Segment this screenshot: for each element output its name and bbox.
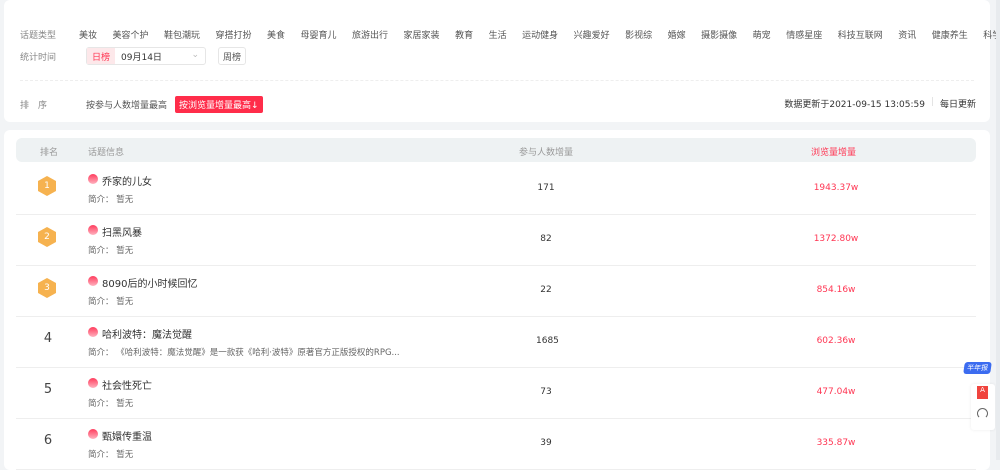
topic-icon [88,174,98,184]
category-item[interactable]: 家居家装 [404,28,440,41]
time-row: 统计时间 日榜 09月14日 ⌄ 周榜 [20,47,247,65]
side-toolbar: A [971,384,995,430]
topic-description: 简介： 暂无 [88,297,134,307]
category-item[interactable]: 美妆 [79,28,97,41]
category-item[interactable]: 婚嫁 [668,28,686,41]
topic-icon [88,327,98,337]
table-row[interactable]: 6 甄嬛传重温 简介： 暂无 39 335.87w [16,419,976,470]
topic-description: 简介： 《哈利波特：魔法觉醒》是一款获《哈利·波特》原著官方正版授权的RPG..… [88,348,400,358]
views-increase: 477.04w [816,387,856,397]
views-increase: 602.36w [816,336,856,346]
rank-number: 4 [43,331,53,346]
chevron-down-icon: ⌄ [191,49,200,60]
participants-increase: 22 [540,285,552,295]
participants-increase: 1685 [536,336,559,346]
category-item[interactable]: 萌宠 [753,28,771,41]
header-views[interactable]: 浏览量增量 [811,145,856,158]
half-year-report-badge[interactable]: 半年报 [963,362,992,374]
date-value: 09月14日 [121,52,162,63]
scrollbar[interactable] [996,0,1000,460]
category-item[interactable]: 美食 [267,28,285,41]
updated-time: 数据更新于2021-09-15 13:05:59 [784,100,925,110]
rank-number: 5 [43,382,53,397]
topic-name[interactable]: 甄嬛传重温 [102,428,152,443]
topic-icon [88,225,98,235]
topic-icon [88,276,98,286]
topic-type-row: 话题类型 美妆 美容个护 鞋包潮玩 穿搭打扮 美食 母婴育儿 旅游出行 家居家装 教育 生活 运动健… [20,21,1000,47]
table-row[interactable]: 4 哈利波特：魔法觉醒 简介： 《哈利波特：魔法觉醒》是一款获《哈利·波特》原著… [16,317,976,368]
table-row[interactable]: 5 社会性死亡 简介： 暂无 73 477.04w [16,368,976,419]
topic-description: 简介： 暂无 [88,399,134,409]
participants-increase: 73 [540,387,552,397]
daily-tab[interactable]: 日榜 [87,48,116,64]
category-item[interactable]: 影视综 [625,28,652,41]
weekly-button[interactable]: 周榜 [218,47,247,65]
table-row[interactable]: 3 8090后的小时候回忆 简介： 暂无 22 854.16w [16,266,976,317]
topic-name[interactable]: 哈利波特：魔法觉醒 [102,326,192,341]
rank-medal-icon: 3 [38,278,56,298]
topic-name[interactable]: 扫黑风暴 [102,224,142,239]
sort-row: 排 序 按参与人数增量最高 按浏览量增量最高↓ [20,96,263,113]
header-topic: 话题信息 [88,148,125,158]
rank-number: 6 [43,433,53,448]
daily-date-picker[interactable]: 日榜 09月14日 ⌄ [86,47,207,65]
category-item[interactable]: 母婴育儿 [301,28,337,41]
topic-type-label: 话题类型 [20,30,57,41]
category-item[interactable]: 摄影摄像 [701,28,737,41]
date-select[interactable]: 09月14日 ⌄ [115,50,205,63]
rank-medal-icon: 1 [38,176,56,196]
views-increase: 335.87w [816,438,856,448]
header-rank: 排名 [40,148,59,158]
category-item[interactable]: 健康养生 [932,28,968,41]
topic-description: 简介： 暂无 [88,195,134,205]
category-item[interactable]: 科技互联网 [838,28,883,41]
filter-panel: 话题类型 美妆 美容个护 鞋包潮玩 穿搭打扮 美食 母婴育儿 旅游出行 家居家装 教育 生活 运动健… [4,0,1000,122]
views-increase: 1943.37w [813,183,859,193]
category-item[interactable]: 资讯 [898,28,916,41]
category-item[interactable]: 运动健身 [522,28,558,41]
update-frequency: 每日更新 [939,100,976,110]
participants-increase: 171 [537,183,555,193]
topic-name[interactable]: 8090后的小时候回忆 [102,275,197,290]
time-label: 统计时间 [20,52,57,63]
category-item[interactable]: 情感星座 [786,28,822,41]
ranking-table: 排名 话题信息 参与人数增量 浏览量增量 1 乔家的儿女 简介： 暂无 171 … [4,130,990,470]
header-participants[interactable]: 参与人数增量 [519,145,573,158]
category-item[interactable]: 生活 [489,28,507,41]
sort-label: 排 序 [20,101,48,111]
category-item[interactable]: 鞋包潮玩 [164,28,200,41]
table-header: 排名 话题信息 参与人数增量 浏览量增量 [16,138,976,162]
topic-description: 简介： 暂无 [88,246,134,256]
views-increase: 1372.80w [813,234,859,244]
topic-name[interactable]: 乔家的儿女 [102,173,152,188]
table-row[interactable]: 2 扫黑风暴 简介： 暂无 82 1372.80w [16,215,976,266]
topic-description: 简介： 暂无 [88,450,134,460]
participants-increase: 82 [540,234,552,244]
views-increase: 854.16w [816,285,856,295]
headset-icon[interactable] [977,408,988,419]
update-info: 数据更新于2021-09-15 13:05:59 | 每日更新 [784,97,976,110]
category-item[interactable]: 旅游出行 [352,28,388,41]
sort-views-option[interactable]: 按浏览量增量最高↓ [175,96,263,113]
category-item[interactable]: 兴趣爱好 [574,28,610,41]
pdf-icon[interactable]: A [977,386,988,399]
participants-increase: 39 [540,438,552,448]
sort-participants-option[interactable]: 按参与人数增量最高 [86,98,167,111]
rank-medal-icon: 2 [38,227,56,247]
topic-icon [88,429,98,439]
category-item[interactable]: 美容个护 [112,28,148,41]
category-item[interactable]: 教育 [455,28,473,41]
topic-name[interactable]: 社会性死亡 [102,377,152,392]
table-row[interactable]: 1 乔家的儿女 简介： 暂无 171 1943.37w [16,164,976,215]
topic-icon [88,378,98,388]
divider [20,80,974,81]
category-item[interactable]: 穿搭打扮 [215,28,251,41]
